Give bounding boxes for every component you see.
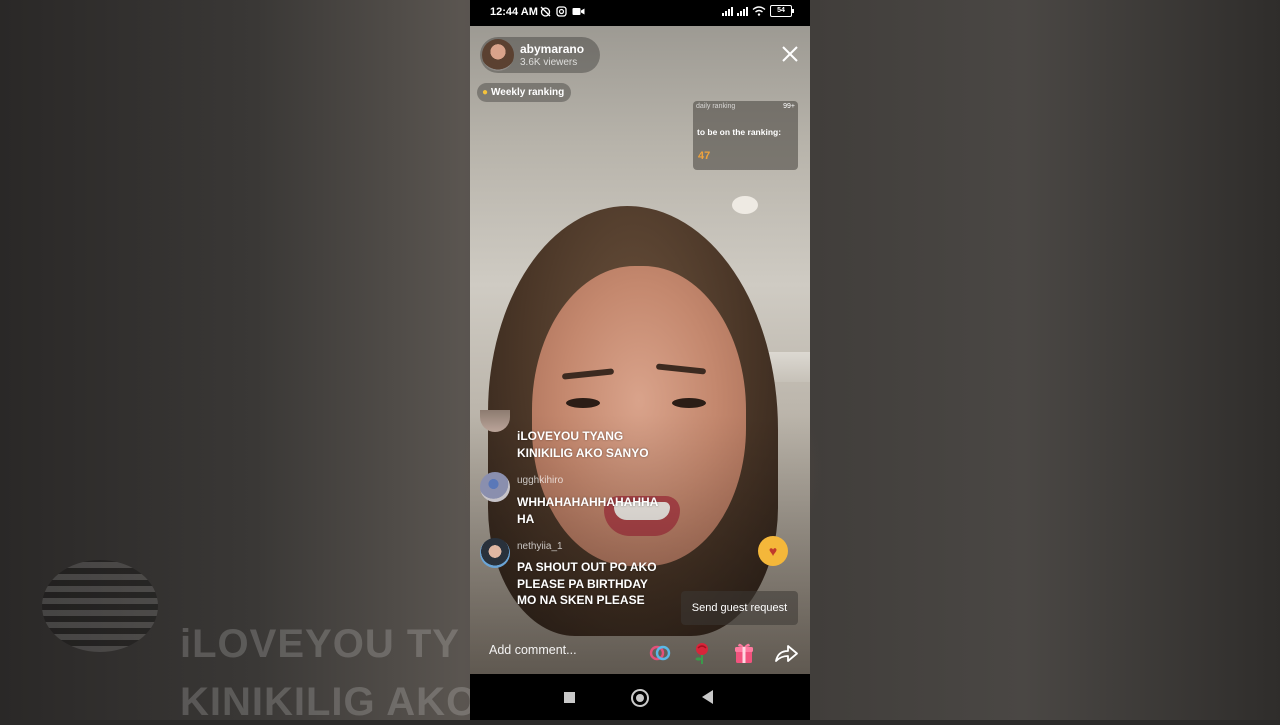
daily-ranking-message: to be on the ranking:	[697, 127, 782, 137]
host-info[interactable]: abymarano 3.6K viewers	[480, 37, 600, 73]
status-notification-icons	[540, 6, 585, 17]
signal-icon	[722, 6, 733, 16]
comment-line: PA SHOUT OUT PO AKO	[517, 560, 657, 574]
android-nav-bar	[470, 674, 810, 720]
host-text: abymarano 3.6K viewers	[520, 42, 584, 69]
comment-bar: Add comment...	[470, 632, 810, 674]
comment-line: PLEASE PA BIRTHDAY	[517, 576, 648, 591]
weekly-ranking-label: Weekly ranking	[491, 87, 565, 98]
rose-icon[interactable]	[688, 639, 716, 667]
recent-apps-icon[interactable]	[564, 692, 575, 703]
live-video[interactable]: abymarano 3.6K viewers ● Weekly ranking …	[470, 26, 810, 674]
comment-line: WHHAHAHAHHAHAHHA	[517, 495, 659, 509]
phone-screen: 12:44 AM 54 abymarano 3.6K viewers ● Wee…	[470, 0, 810, 720]
close-icon[interactable]	[780, 44, 800, 64]
hand-icon: ●	[482, 87, 489, 98]
blurred-comment-line: iLOVEYOU TY	[180, 622, 460, 666]
blurred-comment-line: KINIKILIG AKO	[180, 680, 479, 724]
streamer-eye	[566, 398, 600, 408]
commenter-name[interactable]: nethyiia_1	[517, 541, 563, 552]
daily-ranking-header: daily ranking 99+	[696, 103, 795, 110]
floating-emoji-icon: ♥	[758, 536, 788, 566]
ceiling-light	[732, 196, 758, 214]
commenter-name[interactable]: ugghkihiro	[517, 475, 563, 486]
comment-text: WHHAHAHAHHAHAHHA HA	[517, 494, 658, 527]
comment-text: iLOVEYOU TYANG KINIKILIG AKO SANYO	[517, 428, 649, 461]
blurred-avatar	[42, 560, 158, 652]
daily-ranking-count: 99+	[783, 103, 795, 110]
status-system-icons: 54	[722, 5, 794, 17]
status-time: 12:44 AM	[490, 6, 538, 18]
instagram-icon	[556, 6, 567, 17]
signal-icon	[737, 6, 748, 16]
status-bar: 12:44 AM 54	[470, 0, 810, 26]
add-comment-input[interactable]: Add comment...	[489, 643, 577, 657]
send-guest-request-button[interactable]: Send guest request	[681, 591, 798, 625]
host-avatar[interactable]	[482, 39, 514, 71]
daily-ranking-label: daily ranking	[696, 103, 736, 110]
commenter-avatar[interactable]	[480, 538, 510, 568]
streamer-eye	[672, 398, 706, 408]
battery-icon: 54	[770, 5, 794, 17]
commenter-avatar[interactable]	[480, 472, 510, 502]
daily-ranking-card[interactable]: daily ranking 99+ to be on the ranking: …	[693, 101, 798, 170]
daily-ranking-value: 47	[698, 150, 711, 162]
weekly-ranking-button[interactable]: ● Weekly ranking	[477, 83, 572, 102]
back-icon[interactable]	[702, 690, 713, 704]
comment-text: PA SHOUT OUT PO AKO PLEASE PA BIRTHDAY M…	[517, 559, 657, 609]
link-rings-icon[interactable]	[646, 639, 674, 667]
alarm-off-icon	[540, 6, 551, 17]
viewer-count: 3.6K viewers	[520, 56, 578, 68]
comment-line: iLOVEYOU TYANG	[517, 429, 624, 443]
comment-line: HA	[517, 511, 535, 526]
comment-line: MO NA SKEN PLEASE	[517, 593, 645, 607]
video-camera-icon	[572, 8, 585, 15]
comment-line: KINIKILIG AKO SANYO	[517, 445, 649, 460]
home-icon[interactable]	[631, 689, 649, 707]
share-icon[interactable]	[772, 639, 800, 667]
host-name[interactable]: abymarano	[520, 42, 584, 56]
gift-icon[interactable]	[730, 639, 758, 667]
wifi-icon	[752, 6, 766, 16]
